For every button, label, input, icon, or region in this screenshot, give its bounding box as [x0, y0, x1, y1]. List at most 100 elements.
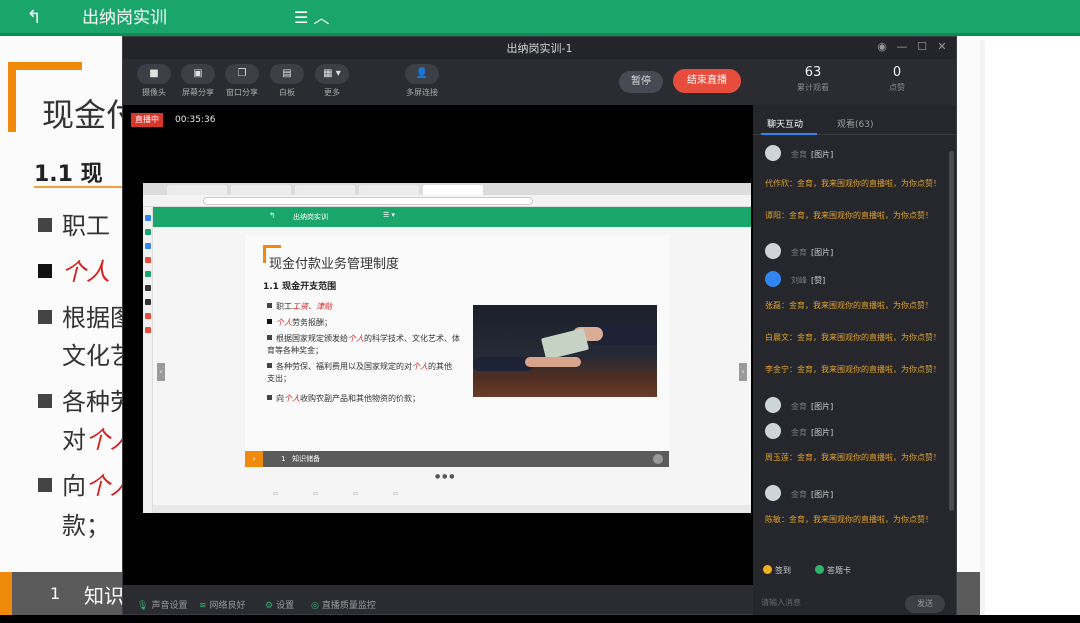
chat-input[interactable]: 请输入消息 [761, 595, 901, 611]
footer-number: 1 [50, 584, 61, 603]
chat-message: 白晨文：金育，我来围观你的直播啦，为你点赞！ [765, 333, 941, 342]
active-tab-indicator [761, 133, 817, 135]
section-heading: 1.1 现 [34, 162, 103, 187]
pause-button[interactable]: 暂停 [619, 71, 663, 93]
tab-chat[interactable]: 聊天互动 [767, 117, 803, 130]
chat-panel: 聊天互动 观看(63) 金育 [图片] 代作欣：金育，我来围观你的直播啦，为你点赞… [753, 105, 956, 615]
chat-message: 张磊：金育，我来围观你的直播啦，为你点赞！ [765, 301, 933, 310]
bullet-item: 个人 [38, 252, 110, 287]
camera-button[interactable]: ■ 摄像头 [132, 64, 176, 98]
avatar [765, 271, 781, 287]
chat-message: 金育 [图片] [765, 485, 949, 502]
tab-viewers[interactable]: 观看(63) [837, 117, 873, 130]
chat-message: 金育 [图片] [765, 397, 949, 414]
camera-icon: ■ [137, 64, 171, 84]
live-duration: 00:35:36 [175, 115, 216, 125]
maximize-icon[interactable]: ☐ [915, 40, 929, 54]
chat-message: 谭阳：金育，我来围观你的直播啦，为你点赞！ [765, 211, 933, 220]
shared-screen: ↰ 出纳岗实训 ☰ ▾ ‹ › 现金付款业务管理制度 1.1 现金开支范围 职工… [143, 183, 751, 513]
browser-tab-active [423, 185, 483, 195]
next-slide-icon: › [739, 363, 747, 381]
menu-toggle-icon[interactable]: ☰ ︿ [294, 7, 329, 29]
sidebar-app-icon [145, 229, 151, 235]
chat-message: 周玉莲：金育，我来围观你的直播啦，为你点赞！ [765, 453, 941, 462]
window-titlebar: 出纳岗实训-1 ◉ — ☐ ✕ [123, 37, 956, 59]
shared-footer-bar: › 1 知识储备 [245, 451, 669, 467]
more-button[interactable]: ▦ ▾ 更多 [310, 64, 354, 98]
multi-screen-button[interactable]: 👤 多屏连接 [400, 64, 444, 98]
wifi-icon: ≋ [199, 601, 207, 611]
sidebar-app-icon [145, 327, 151, 333]
live-badge: 直播中 [131, 113, 163, 127]
browser-tabstrip [143, 183, 751, 195]
browser-tab [295, 185, 355, 195]
bullet-item: 根据图 [38, 298, 134, 333]
shared-bullet: 根据国家规定颁发给个人的科学技术、文化艺术、体育等各种奖金； [267, 334, 460, 355]
sidebar-app-icon [145, 215, 151, 221]
shared-slide: 现金付款业务管理制度 1.1 现金开支范围 职工工资、津贴 个人劳务报酬； 根据… [245, 235, 669, 451]
chevron-right-icon: › [245, 451, 263, 467]
banknotes-image [540, 328, 590, 360]
chat-message: 李金宁：金育，我来围观你的直播啦，为你点赞！ [765, 365, 941, 374]
sidebar-app-icon [145, 257, 151, 263]
settings-button[interactable]: ⚙ 设置 [265, 598, 294, 611]
browser-statusbar [153, 505, 751, 513]
shared-page-body: ‹ › 现金付款业务管理制度 1.1 现金开支范围 职工工资、津贴 个人劳务报酬… [153, 227, 751, 513]
microphone-icon: 🎙 [137, 601, 149, 611]
end-live-button[interactable]: 结束直播 [673, 69, 741, 93]
money-handover-photo [473, 305, 657, 397]
minimize-icon[interactable]: — [895, 40, 909, 54]
sidebar-app-icon [145, 285, 151, 291]
shared-bottom-tabs: ▭ ▭ ▭ ▭ [273, 491, 398, 497]
answer-card-button[interactable]: 答题卡 [815, 565, 851, 576]
menu-toggle-icon: ☰ ▾ [383, 211, 396, 219]
screen-share-icon: ▣ [181, 64, 215, 84]
shared-slide-title: 现金付款业务管理制度 [269, 257, 400, 272]
send-button[interactable]: 发送 [905, 595, 945, 613]
chat-message: 陈敏：金育，我来围观你的直播啦，为你点赞！ [765, 515, 933, 524]
chat-message: 金育 [图片] [765, 423, 949, 440]
browser-tab [231, 185, 291, 195]
more-grid-icon: ▦ ▾ [315, 64, 349, 84]
sign-in-icon [763, 565, 772, 574]
slide-pager: ● ● ● [435, 473, 455, 480]
settings-circle-icon[interactable]: ◉ [875, 40, 889, 54]
close-icon[interactable]: ✕ [935, 40, 949, 54]
screen-share-button[interactable]: ▣ 屏幕分享 [176, 64, 220, 98]
live-stats: 63 累计观看 0 点赞 [753, 59, 956, 105]
sign-in-button[interactable]: 签到 [763, 565, 791, 576]
footer-accent [0, 572, 12, 615]
browser-tab [167, 185, 227, 195]
live-window: 出纳岗实训-1 ◉ — ☐ ✕ ■ 摄像头 ▣ 屏幕分享 ❐ 窗口分享 ▤ 白板… [122, 36, 957, 615]
avatar [765, 145, 781, 161]
audio-settings-button[interactable]: 🎙 声音设置 [137, 598, 187, 611]
window-share-button[interactable]: ❐ 窗口分享 [220, 64, 264, 98]
prev-slide-icon: ‹ [157, 363, 165, 381]
viewer-count: 63 累计观看 [797, 65, 829, 92]
avatar [765, 423, 781, 439]
chat-scrollbar[interactable] [949, 151, 954, 511]
right-margin [985, 40, 1080, 615]
sidebar-app-icon [145, 243, 151, 249]
back-arrow-icon[interactable]: ↰ [18, 6, 50, 30]
chat-message: 代作欣：金育，我来围观你的直播啦，为你点赞！ [765, 179, 941, 188]
course-title: 出纳岗实训 [82, 8, 167, 28]
shared-bullet: 向个人收购农副产品和其他物资的价款； [267, 393, 457, 405]
footer-label: 知识 [84, 584, 124, 608]
footer-circle-icon [653, 454, 663, 464]
video-area: 直播中 00:35:36 ↰ 出纳岗实训 ☰ ▾ ‹ › 现金付款业务管理制度 … [123, 105, 753, 585]
back-arrow-icon: ↰ [269, 211, 276, 220]
chat-tabs: 聊天互动 观看(63) [753, 109, 956, 135]
quality-monitor-button[interactable]: ◎ 直播质量监控 [311, 598, 376, 611]
monitor-icon: ◎ [311, 601, 319, 611]
browser-url-field [203, 197, 533, 205]
shared-section-heading: 1.1 现金开支范围 [263, 282, 337, 292]
chat-message: 金育 [图片] [765, 145, 949, 162]
bullet-item: 向个人 [38, 466, 134, 501]
chat-message: 刘峰 [赞] [765, 271, 949, 288]
browser-addressbar [143, 195, 751, 207]
answer-card-icon [815, 565, 824, 574]
shared-bullet: 个人劳务报酬； [267, 317, 467, 329]
whiteboard-button[interactable]: ▤ 白板 [265, 64, 309, 98]
bullet-continuation: 款； [62, 512, 110, 540]
